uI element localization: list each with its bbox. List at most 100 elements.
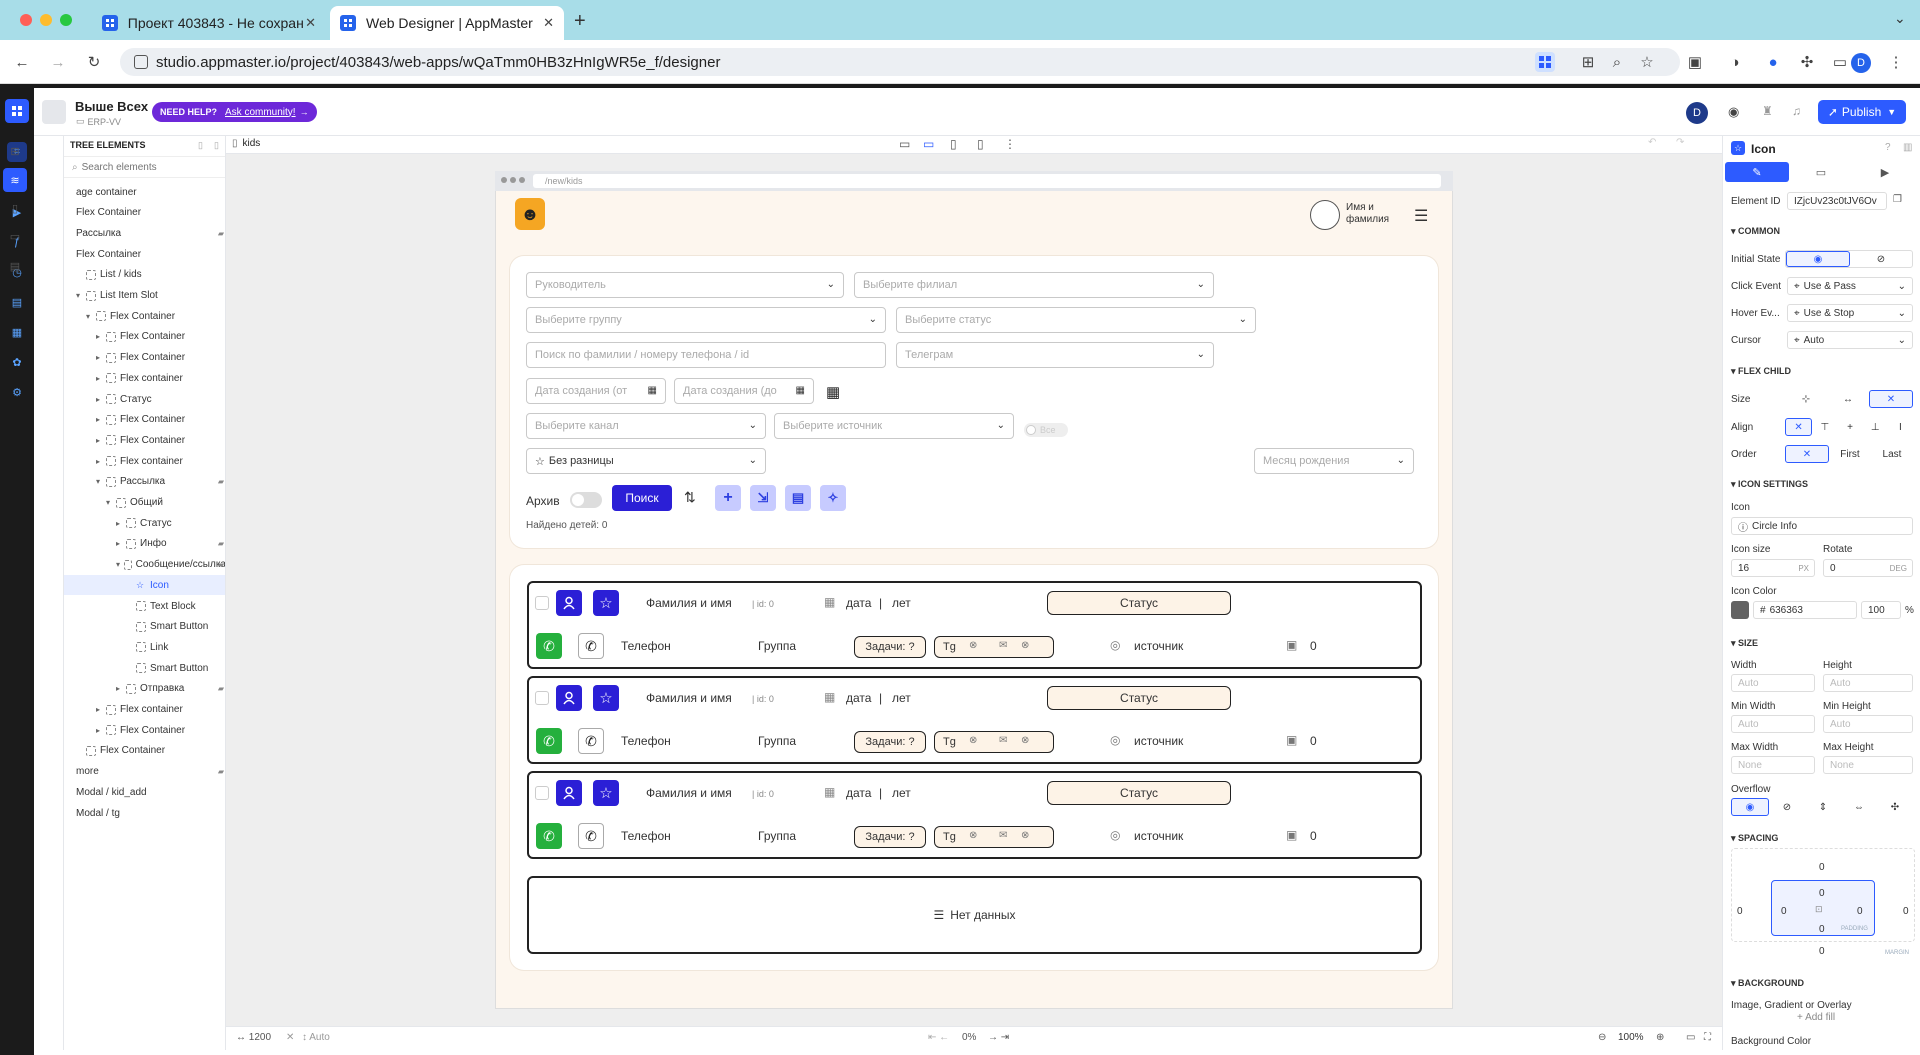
tree-item[interactable]: ▸ Flex container [64,451,225,471]
all-toggle[interactable]: Все [1024,423,1068,437]
tree-item[interactable]: ▸ Flex container [64,700,225,720]
bell-icon[interactable]: ♫ [1792,104,1801,118]
user-avatar[interactable]: D [1686,102,1708,124]
chevron-right-icon[interactable]: ▸ [96,705,104,714]
favorite-star-button[interactable]: ☆ [593,590,619,616]
reload-icon[interactable]: ↻ [84,52,104,72]
mail-icon[interactable]: ✉ [999,830,1007,841]
bookmark-star-icon[interactable]: ☆ [1637,52,1657,72]
status-pill[interactable]: Статус [1047,686,1231,710]
trash-icon[interactable]: ▥ [1903,142,1912,153]
cursor-select[interactable]: ⌖ Auto ⌄ [1787,331,1913,349]
color-swatch[interactable] [1731,601,1749,619]
x-icon[interactable]: ⊗ [969,830,977,841]
none-x-icon[interactable]: ✕ [1869,390,1913,408]
zoom-out-icon[interactable]: ⊖ [1598,1032,1606,1043]
tree-item[interactable]: Smart Button [64,658,225,678]
height-field[interactable]: Auto [1823,674,1913,692]
tablet-device-icon[interactable]: ▯ [950,137,957,151]
tree-item[interactable]: Flex Container [64,741,225,761]
date-to-field[interactable]: Дата создания (до ▦ [674,378,814,404]
tree-search[interactable]: ⌕ [64,156,225,178]
laptop-device-icon[interactable]: ▭ [923,137,934,151]
import-button[interactable]: ⇲ [750,485,776,511]
phone-call-button[interactable]: ✆ [578,728,604,754]
grow-icon[interactable]: ↔ [1827,390,1869,408]
folder-icon[interactable]: ▤ [7,258,23,274]
preview-eye-icon[interactable]: ◉ [1728,104,1739,120]
tree-item[interactable]: age container [64,182,225,202]
x-icon[interactable]: ⊗ [1021,830,1029,841]
order-none-icon[interactable]: ✕ [1785,445,1829,463]
site-info-icon[interactable] [134,55,148,69]
search-field[interactable]: Поиск по фамилии / номеру телефона / id [526,342,886,368]
row-checkbox[interactable] [535,596,549,610]
add-element-icon[interactable]: ⊞ [7,143,23,159]
zoom-level[interactable]: 100% [1618,1032,1644,1043]
section-size[interactable]: ▾ SIZE [1731,638,1758,649]
extension-icon[interactable]: ● [1763,52,1783,72]
database-icon[interactable]: ▦ [7,322,27,342]
tree-item[interactable]: Modal / kid_add [64,782,225,802]
export-doc-button[interactable]: ▤ [785,485,811,511]
whatsapp-button[interactable]: ✆ [536,728,562,754]
status-pill[interactable]: Статус [1047,591,1231,615]
lock-icon[interactable]: ▰ [218,560,224,569]
align-none-icon[interactable]: ✕ [1785,418,1813,436]
help-circle-icon[interactable]: ? [1885,142,1891,153]
forward-arrow-icon[interactable]: → [48,52,68,72]
section-spacing[interactable]: ▾ SPACING [1731,833,1778,844]
first-page-icon[interactable]: ⇤ ← [928,1032,949,1043]
scroll-vertical-icon[interactable]: ⇕ [1805,798,1841,816]
channel-select[interactable]: Выберите канал ⌄ [526,413,766,439]
tree-item[interactable]: ▾ Рассылка ▰ [64,472,225,492]
tree-item[interactable]: more ▰ [64,762,225,782]
click-event-select[interactable]: ⌖ Use & Pass ⌄ [1787,277,1913,295]
hidden-icon[interactable]: ⊘ [1850,251,1912,267]
sort-arrows-icon[interactable]: ⇅ [684,489,696,506]
chevron-right-icon[interactable]: ▸ [96,726,104,735]
pages-icon[interactable]: ▯ [7,200,23,216]
chevron-right-icon[interactable]: ▸ [116,519,124,528]
tree-item[interactable]: ▾ Flex Container [64,306,225,326]
page-tab[interactable]: ▯ kids [232,138,260,149]
group-select[interactable]: Выберите группу ⌄ [526,307,886,333]
tree-item[interactable]: Smart Button [64,617,225,637]
panel-toggle-icon[interactable]: ▯ [214,140,219,151]
tree-item[interactable]: ▾ Общий [64,493,225,513]
x-icon[interactable]: ⊗ [969,735,977,746]
birth-month-select[interactable]: Месяц рождения ⌄ [1254,448,1414,474]
redo-icon[interactable]: ↷ [1676,137,1684,148]
chevron-right-icon[interactable]: ▸ [96,374,104,383]
ask-community-link[interactable]: Ask community! [225,107,296,118]
profile-button[interactable] [556,685,582,711]
telegram-pill[interactable]: Tg ⊗ ✉ ⊗ [934,826,1054,848]
close-window-button[interactable] [20,14,32,26]
whatsapp-button[interactable]: ✆ [536,633,562,659]
overflow-hidden-icon[interactable]: ⊘ [1769,798,1805,816]
tree-item[interactable]: Flex Container [64,244,225,264]
width-field[interactable]: Auto [1731,674,1815,692]
tree-item[interactable]: ▸ Flex Container [64,327,225,347]
phone-call-button[interactable]: ✆ [578,823,604,849]
next-page-icon[interactable]: → ⇥ [988,1032,1009,1043]
maximize-window-button[interactable] [60,14,72,26]
lock-icon[interactable]: ▰ [218,684,224,693]
new-tab-plus-icon[interactable]: + [574,10,586,33]
profile-button[interactable] [556,780,582,806]
zoom-in-icon[interactable]: ⊕ [1656,1032,1664,1043]
apps-grid-icon[interactable] [1535,52,1555,72]
color-hex-field[interactable]: # 636363 [1753,601,1857,619]
telegram-pill[interactable]: Tg ⊗ ✉ ⊗ [934,731,1054,753]
margin-left[interactable]: 0 [1737,906,1743,917]
tab-search-chevron-icon[interactable]: ⌄ [1894,10,1906,27]
add-fill-button[interactable]: + Add fill [1797,1012,1835,1023]
copy-icon[interactable]: ❐ [1893,194,1902,205]
mail-icon[interactable]: ✉ [999,735,1007,746]
lock-icon[interactable]: ▰ [218,477,224,486]
tasks-pill[interactable]: Задачи: ? [854,636,926,658]
favorite-star-button[interactable]: ☆ [593,780,619,806]
publish-button[interactable]: ➚ Publish ▼ [1818,100,1906,124]
ai-action-button[interactable]: ✧ [820,485,846,511]
history-icon[interactable]: ♜ [1762,104,1773,118]
